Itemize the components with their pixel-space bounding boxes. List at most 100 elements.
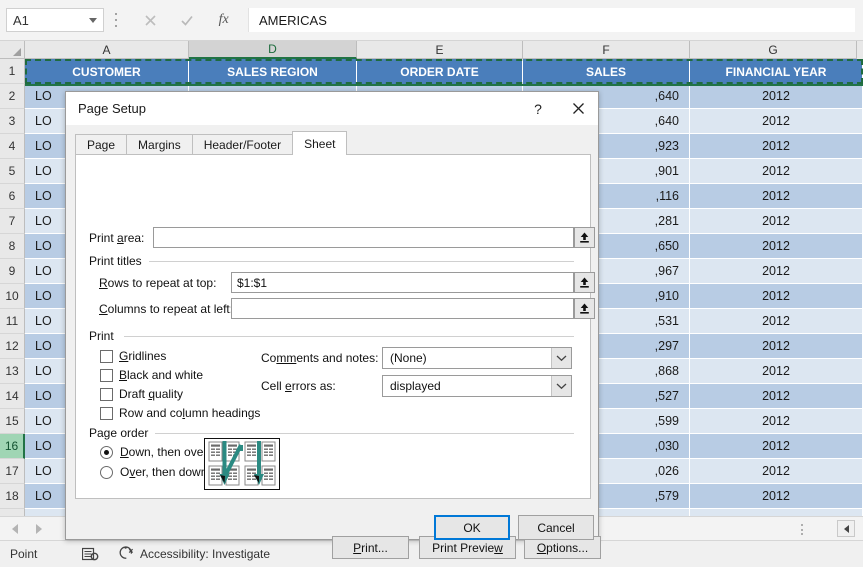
table-cell[interactable]: 2012 — [690, 309, 863, 334]
radio-button[interactable] — [100, 445, 113, 459]
previous-sheet-icon[interactable] — [12, 524, 18, 534]
row-header-15[interactable]: 15 — [0, 409, 25, 434]
select-all-corner[interactable] — [0, 41, 25, 59]
cancel-button[interactable]: Cancel — [518, 515, 594, 540]
row-header-6[interactable]: 6 — [0, 184, 25, 209]
rows-to-repeat-input[interactable]: $1:$1 — [231, 272, 574, 293]
check-icon[interactable] — [172, 9, 202, 31]
table-cell[interactable]: 2012 — [690, 209, 863, 234]
checkbox-box[interactable] — [100, 387, 113, 401]
scroll-split-grip[interactable] — [800, 524, 803, 535]
table-cell[interactable]: 2012 — [690, 384, 863, 409]
column-headers: A D E F G — [0, 41, 863, 59]
checkbox-box[interactable] — [100, 349, 113, 363]
row-header-9[interactable]: 9 — [0, 259, 25, 284]
row-header-2[interactable]: 2 — [0, 84, 25, 109]
comments-and-notes-select[interactable]: (None) — [382, 347, 572, 369]
chevron-down-icon[interactable] — [551, 348, 571, 368]
row-header-3[interactable]: 3 — [0, 109, 25, 134]
radio-over-then-down[interactable]: Over, then down — [100, 465, 207, 479]
accessibility-status[interactable]: Accessibility: Investigate — [109, 545, 280, 563]
tab-sheet[interactable]: Sheet — [292, 131, 348, 155]
radio-down-then-over[interactable]: Down, then over — [100, 445, 207, 459]
checkbox-row-and-column-headings[interactable]: Row and column headings — [100, 406, 260, 420]
columns-to-repeat-collapse-button[interactable] — [574, 298, 595, 319]
row-header-17[interactable]: 17 — [0, 459, 25, 484]
column-header-g[interactable]: G — [690, 41, 857, 59]
table-cell[interactable]: 2012 — [690, 159, 863, 184]
formula-input[interactable]: AMERICAS — [248, 8, 855, 32]
row-header-4[interactable]: 4 — [0, 134, 25, 159]
print-button[interactable]: Print... — [332, 536, 409, 559]
header-cell-customer[interactable]: CUSTOMER — [25, 59, 189, 84]
table-cell[interactable]: 2012 — [690, 359, 863, 384]
print-group-divider — [124, 336, 574, 337]
table-cell[interactable]: 2012 — [690, 109, 863, 134]
checkbox-box[interactable] — [100, 368, 113, 382]
print-area-collapse-button[interactable] — [574, 227, 595, 248]
tab-header-footer[interactable]: Header/Footer — [191, 134, 294, 155]
cell-errors-as-select[interactable]: displayed — [382, 375, 572, 397]
tab-page[interactable]: Page — [75, 134, 128, 155]
name-box[interactable]: A1 — [6, 8, 104, 32]
checkbox-draft-quality[interactable]: Draft quality — [100, 387, 183, 401]
name-box-value: A1 — [13, 12, 29, 28]
formula-bar-grip[interactable] — [114, 13, 118, 27]
fx-icon[interactable]: fx — [209, 9, 239, 31]
table-cell[interactable]: 2012 — [690, 234, 863, 259]
table-cell[interactable]: 2012 — [690, 409, 863, 434]
header-cell-order-date[interactable]: ORDER DATE — [357, 59, 523, 84]
cell-errors-as-label: Cell errors as: — [261, 379, 336, 393]
next-sheet-icon[interactable] — [36, 524, 42, 534]
row-header-5[interactable]: 5 — [0, 159, 25, 184]
print-area-input[interactable] — [153, 227, 574, 248]
horizontal-scroll-left-button[interactable] — [837, 520, 855, 537]
header-cell-sales[interactable]: SALES — [523, 59, 690, 84]
checkbox-box[interactable] — [100, 406, 113, 420]
column-header-a[interactable]: A — [25, 41, 189, 59]
header-cell-sales-region[interactable]: SALES REGION — [189, 59, 357, 84]
cancel-icon[interactable] — [135, 9, 165, 31]
row-header-7[interactable]: 7 — [0, 209, 25, 234]
table-cell[interactable]: 2012 — [690, 184, 863, 209]
checkbox-label: Gridlines — [119, 349, 167, 363]
sheet-tab-panel: Print area: Print titles Rows to repeat … — [75, 154, 601, 559]
row-header-11[interactable]: 11 — [0, 309, 25, 334]
chevron-down-icon[interactable] — [89, 17, 97, 23]
help-icon[interactable]: ? — [518, 92, 558, 125]
checkbox-black-and-white[interactable]: Black and white — [100, 368, 203, 382]
dialog-title-bar[interactable]: Page Setup ? — [66, 92, 598, 125]
columns-to-repeat-input[interactable] — [231, 298, 574, 319]
dialog-title: Page Setup — [78, 101, 146, 116]
table-cell[interactable]: 2012 — [690, 434, 863, 459]
row-header-8[interactable]: 8 — [0, 234, 25, 259]
page-order-group-label: Page order — [89, 426, 149, 440]
header-cell-financial-year[interactable]: FINANCIAL YEAR — [690, 59, 863, 84]
table-cell[interactable]: 2012 — [690, 459, 863, 484]
column-header-d[interactable]: D — [189, 41, 357, 59]
row-header-18[interactable]: 18 — [0, 484, 25, 509]
column-header-f[interactable]: F — [523, 41, 690, 59]
row-header-13[interactable]: 13 — [0, 359, 25, 384]
row-header-10[interactable]: 10 — [0, 284, 25, 309]
ok-button[interactable]: OK — [434, 515, 510, 540]
row-header-16[interactable]: 16 — [0, 434, 25, 459]
table-cell[interactable]: 2012 — [690, 334, 863, 359]
table-cell[interactable]: 2012 — [690, 284, 863, 309]
column-header-e[interactable]: E — [357, 41, 523, 59]
table-cell[interactable]: 2012 — [690, 84, 863, 109]
rows-to-repeat-collapse-button[interactable] — [574, 272, 595, 293]
radio-button[interactable] — [100, 465, 113, 479]
row-header-1[interactable]: 1 — [0, 59, 25, 84]
record-macro-icon[interactable] — [72, 547, 109, 561]
chevron-down-icon[interactable] — [551, 376, 571, 396]
row-header-14[interactable]: 14 — [0, 384, 25, 409]
close-icon[interactable] — [558, 92, 598, 125]
table-cell[interactable]: 2012 — [690, 484, 863, 509]
row-header-12[interactable]: 12 — [0, 334, 25, 359]
tab-margins[interactable]: Margins — [126, 134, 193, 155]
table-cell[interactable]: 2012 — [690, 259, 863, 284]
checkbox-gridlines[interactable]: Gridlines — [100, 349, 166, 363]
excel-window: A1 fx AMERICAS A D E F G 1 2 3 4 5 6 7 8… — [0, 0, 863, 567]
table-cell[interactable]: 2012 — [690, 134, 863, 159]
